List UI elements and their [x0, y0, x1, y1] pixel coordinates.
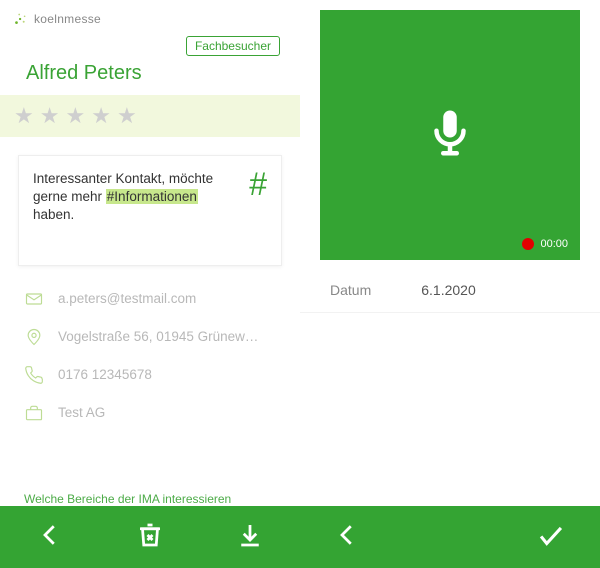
logo-icon [12, 10, 30, 28]
note-card[interactable]: Interessanter Kontakt, möchte gerne mehr… [18, 155, 282, 266]
email-row[interactable]: a.peters@testmail.com [24, 280, 276, 318]
delete-button[interactable] [129, 514, 171, 561]
voice-recorder-panel: 00:00 Datum 6.1.2020 [300, 0, 600, 568]
company-row[interactable]: Test AG [24, 394, 276, 432]
recording-indicator: 00:00 [522, 238, 568, 250]
brand-logo: koelnmesse [0, 0, 300, 32]
star-icon[interactable]: ★ [117, 105, 137, 127]
star-icon[interactable]: ★ [14, 105, 34, 127]
briefcase-icon [24, 403, 44, 423]
recorder-toolbar [300, 506, 600, 568]
visitor-badge: Fachbesucher [186, 36, 280, 56]
location-icon [24, 327, 44, 347]
date-label: Datum [330, 282, 371, 298]
date-value: 6.1.2020 [421, 282, 476, 298]
note-text: Interessanter Kontakt, möchte gerne mehr… [33, 170, 241, 225]
microphone-icon [423, 106, 477, 165]
phone-row[interactable]: 0176 12345678 [24, 356, 276, 394]
section-heading-cutoff: Welche Bereiche der IMA interessieren [0, 484, 300, 506]
download-button[interactable] [229, 514, 271, 561]
address-row[interactable]: Vogelstraße 56, 01945 Grünew… [24, 318, 276, 356]
contact-detail-panel: koelnmesse Fachbesucher Alfred Peters ★ … [0, 0, 300, 568]
record-area[interactable]: 00:00 [320, 10, 580, 260]
confirm-button[interactable] [528, 512, 574, 563]
star-icon[interactable]: ★ [91, 105, 111, 127]
star-icon[interactable]: ★ [65, 105, 85, 127]
contact-info-list: a.peters@testmail.com Vogelstraße 56, 01… [0, 280, 300, 484]
record-dot-icon [522, 238, 534, 250]
rating-stars[interactable]: ★ ★ ★ ★ ★ [0, 95, 300, 137]
logo-text: koelnmesse [34, 12, 101, 26]
back-button[interactable] [326, 514, 368, 561]
phone-icon [24, 365, 44, 385]
back-button[interactable] [29, 514, 71, 561]
star-icon[interactable]: ★ [40, 105, 60, 127]
mail-icon [24, 289, 44, 309]
contact-name: Alfred Peters [0, 58, 300, 95]
bottom-toolbar [0, 506, 300, 568]
date-row: Datum 6.1.2020 [300, 268, 600, 313]
recording-time: 00:00 [540, 238, 568, 250]
hash-icon: # [249, 170, 267, 199]
